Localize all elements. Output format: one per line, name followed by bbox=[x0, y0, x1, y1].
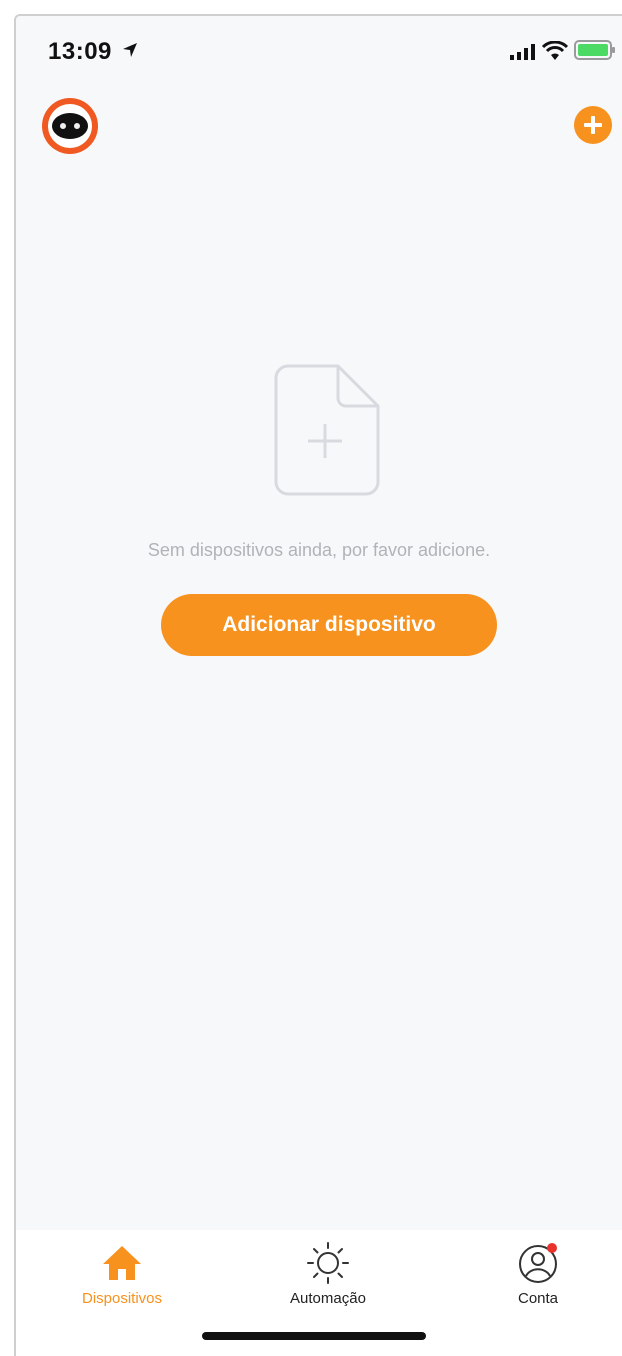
app-screen: 13:09 Sem dispositivos ainda, por favor … bbox=[14, 14, 622, 1356]
location-arrow-icon bbox=[123, 43, 137, 57]
home-icon bbox=[103, 1246, 141, 1280]
tab-automation-label: Automação bbox=[290, 1290, 366, 1307]
tab-devices-label: Dispositivos bbox=[81, 1290, 163, 1307]
plus-circle-icon bbox=[584, 116, 602, 134]
tab-account[interactable]: Conta bbox=[458, 1240, 618, 1330]
signal-icon bbox=[510, 44, 535, 60]
add-device-button[interactable]: Adicionar dispositivo bbox=[161, 594, 497, 656]
home-indicator bbox=[202, 1332, 426, 1340]
status-time: 13:09 bbox=[48, 38, 112, 65]
empty-state-message: Sem dispositivos ainda, por favor adicio… bbox=[147, 540, 491, 560]
avatar[interactable] bbox=[42, 98, 98, 154]
status-bar: 13:09 bbox=[16, 16, 622, 80]
tab-automation[interactable]: Automação bbox=[248, 1240, 408, 1330]
tab-account-label: Conta bbox=[517, 1290, 559, 1307]
notification-badge bbox=[547, 1243, 557, 1253]
wifi-icon bbox=[542, 41, 568, 60]
add-document-icon bbox=[274, 364, 380, 496]
user-icon bbox=[519, 1243, 557, 1283]
add-button[interactable] bbox=[574, 106, 612, 144]
battery-icon bbox=[574, 40, 615, 60]
sun-icon bbox=[307, 1242, 349, 1284]
robot-avatar-icon bbox=[52, 113, 88, 139]
tab-devices[interactable]: Dispositivos bbox=[42, 1240, 202, 1330]
